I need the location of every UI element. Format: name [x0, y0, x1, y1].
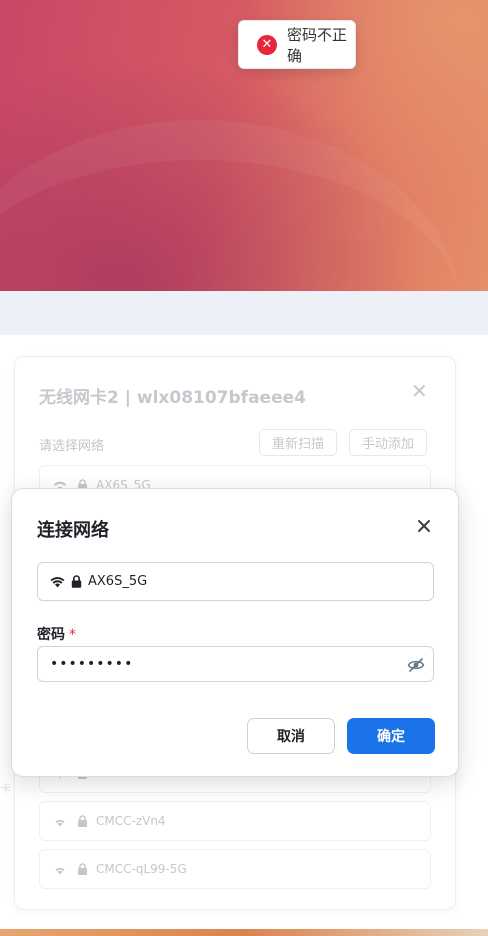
- password-input[interactable]: [50, 656, 397, 672]
- wifi-icon: [52, 814, 68, 828]
- network-ssid: CMCC-qL99-5G: [96, 862, 187, 876]
- toast-message: 密码不正确: [287, 25, 348, 65]
- close-icon[interactable]: [414, 516, 434, 536]
- error-toast: ✕ 密码不正确: [238, 20, 356, 69]
- password-label-text: 密码: [37, 627, 65, 643]
- rescan-button[interactable]: 重新扫描: [259, 429, 338, 456]
- network-list-item[interactable]: CMCC-zVn4: [39, 801, 431, 841]
- panel-title: 无线网卡2 | wlx08107bfaeee4: [39, 388, 306, 408]
- manual-add-button[interactable]: 手动添加: [349, 429, 428, 456]
- confirm-button[interactable]: 确定: [347, 718, 435, 754]
- panel-close-icon[interactable]: ✕: [411, 381, 428, 401]
- panel-subtitle: 请选择网络: [39, 439, 105, 454]
- cancel-button[interactable]: 取消: [247, 718, 335, 754]
- hero-divider-band: [0, 291, 488, 335]
- dialog-title: 连接网络: [37, 520, 109, 541]
- password-label: 密码 *: [37, 624, 76, 644]
- eye-off-icon[interactable]: [407, 656, 425, 674]
- required-mark: *: [69, 627, 76, 643]
- network-list-item[interactable]: CMCC-qL99-5G: [39, 849, 431, 889]
- ssid-field: AX6S_5G: [37, 562, 434, 601]
- bottom-accent-strip: [0, 929, 488, 936]
- wifi-icon: [50, 576, 65, 588]
- wifi-icon: [52, 862, 68, 876]
- ssid-value: AX6S_5G: [88, 574, 148, 589]
- side-hint-text: 卡: [0, 782, 11, 795]
- error-circle-icon: ✕: [257, 34, 277, 55]
- lock-icon: [71, 575, 82, 588]
- network-ssid: CMCC-zVn4: [96, 814, 166, 828]
- password-field-wrapper: [37, 646, 434, 682]
- connect-network-dialog: 连接网络 AX6S_5G 密码* 取消 确定: [11, 488, 459, 777]
- lock-icon: [74, 814, 90, 828]
- lock-icon: [74, 862, 90, 876]
